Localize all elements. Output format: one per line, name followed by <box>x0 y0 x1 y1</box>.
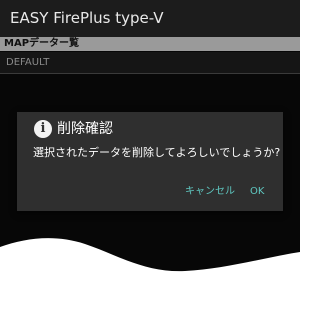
screenshot-torn-edge <box>0 238 300 312</box>
